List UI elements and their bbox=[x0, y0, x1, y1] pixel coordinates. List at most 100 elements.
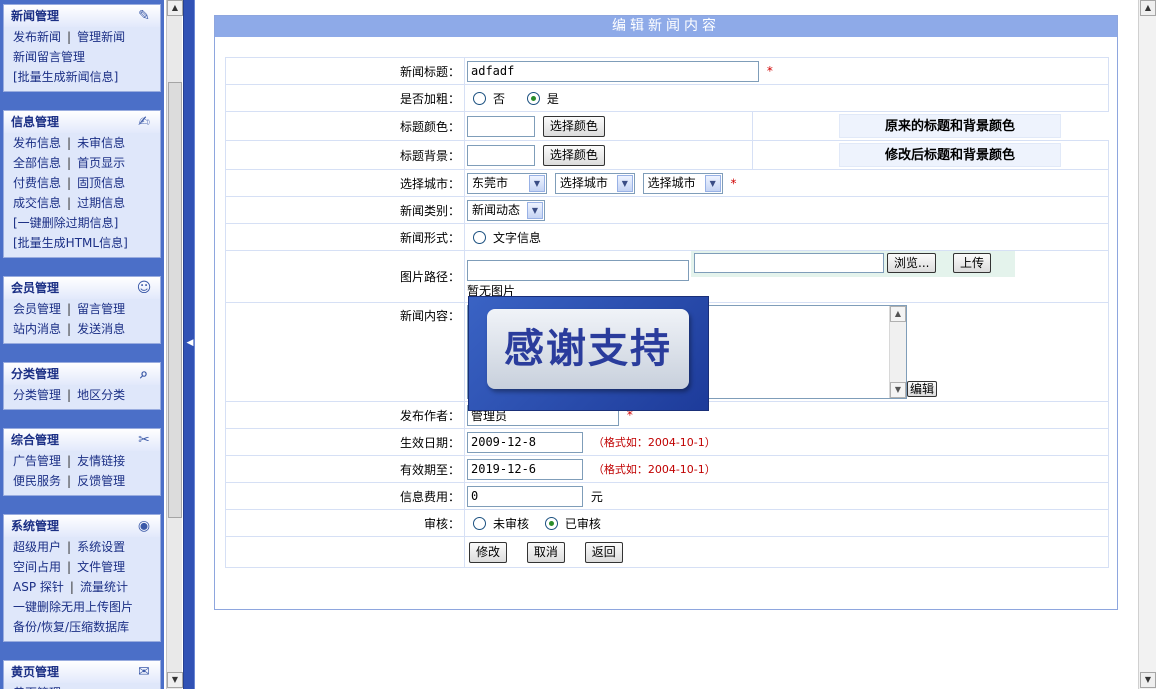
menu-link[interactable]: 未审信息 bbox=[77, 136, 125, 150]
sidebar-splitter[interactable]: ◀ bbox=[183, 0, 195, 689]
original-color-preview: 原来的标题和背景颜色 bbox=[839, 114, 1061, 138]
menu-link[interactable]: 备份/恢复/压缩数据库 bbox=[13, 620, 129, 634]
modify-button[interactable]: 修改 bbox=[469, 541, 508, 563]
menu-section-title[interactable]: 会员管理 ☺ bbox=[4, 277, 160, 299]
menu-link[interactable]: 成交信息 bbox=[13, 196, 61, 210]
menu-link[interactable]: 站内消息 bbox=[13, 322, 61, 336]
menu-row: [批量生成新闻信息] bbox=[13, 67, 160, 87]
menu-link[interactable]: 广告管理 bbox=[13, 454, 61, 468]
textarea-scrollbar[interactable]: ▲ ▼ bbox=[889, 306, 906, 398]
menu-separator: | bbox=[67, 474, 72, 488]
menu-link[interactable]: 付费信息 bbox=[13, 176, 61, 190]
menu-section-title-text: 信息管理 bbox=[11, 115, 60, 129]
menu-row: [批量生成HTML信息] bbox=[13, 233, 160, 253]
menu-link[interactable]: 新闻留言管理 bbox=[13, 50, 85, 64]
city-select-1[interactable]: 东莞市 ▼ bbox=[467, 172, 547, 194]
menu-link[interactable]: 文件管理 bbox=[77, 560, 125, 574]
stamp-plate: 感谢支持 bbox=[487, 309, 689, 389]
menu-link[interactable]: [批量生成HTML信息] bbox=[13, 236, 128, 250]
menu-link[interactable]: 留言管理 bbox=[77, 302, 125, 316]
menu-link[interactable]: 全部信息 bbox=[13, 156, 61, 170]
menu-link[interactable]: 发送消息 bbox=[77, 322, 125, 336]
bold-yes-radio[interactable] bbox=[526, 91, 540, 105]
city-select-3[interactable]: 选择城市 ▼ bbox=[642, 172, 723, 194]
image-path-label: 图片路径： bbox=[225, 250, 465, 303]
menu-row: 发布信息 | 未审信息 bbox=[13, 133, 160, 153]
image-path-input[interactable] bbox=[467, 260, 689, 281]
menu-separator: | bbox=[67, 540, 72, 554]
menu-link[interactable]: 空间占用 bbox=[13, 560, 61, 574]
menu-link[interactable]: 友情链接 bbox=[77, 454, 125, 468]
scroll-up-icon[interactable]: ▲ bbox=[167, 0, 183, 16]
scroll-thumb[interactable] bbox=[168, 82, 182, 518]
menu-link[interactable]: 超级用户 bbox=[13, 540, 61, 554]
sidebar-scrollbar[interactable]: ▲ ▼ bbox=[166, 0, 183, 689]
scroll-up-icon[interactable]: ▲ bbox=[890, 306, 906, 322]
menu-link[interactable]: 一键删除无用上传图片 bbox=[13, 600, 133, 614]
review-pending-radio[interactable] bbox=[473, 516, 486, 530]
city-label: 选择城市： bbox=[225, 169, 465, 197]
menu-section-title[interactable]: 新闻管理 ✎ bbox=[4, 5, 160, 27]
scroll-down-icon[interactable]: ▼ bbox=[1140, 672, 1156, 688]
menu-link[interactable]: 系统设置 bbox=[77, 540, 125, 554]
scroll-down-icon[interactable]: ▼ bbox=[167, 672, 183, 688]
menu-link[interactable]: 分类管理 bbox=[13, 388, 61, 402]
menu-link[interactable]: 会员管理 bbox=[13, 302, 61, 316]
menu-link[interactable]: [一键删除过期信息] bbox=[13, 216, 118, 230]
main-scrollbar[interactable]: ▲ ▼ bbox=[1138, 0, 1156, 689]
end-date-label: 有效期至： bbox=[225, 455, 465, 483]
menu-link[interactable]: 流量统计 bbox=[80, 580, 128, 594]
menu-link[interactable]: 反馈管理 bbox=[77, 474, 125, 488]
upload-button[interactable]: 上传 bbox=[953, 253, 992, 273]
menu-link[interactable]: 发布信息 bbox=[13, 136, 61, 150]
format-text-label: 文字信息 bbox=[493, 230, 542, 245]
back-button[interactable]: 返回 bbox=[584, 541, 623, 563]
menu-separator: | bbox=[67, 560, 72, 574]
city-select-2[interactable]: 选择城市 ▼ bbox=[554, 172, 635, 194]
menu-section-title[interactable]: 系统管理 ◉ bbox=[4, 515, 160, 537]
news-title-input[interactable] bbox=[467, 60, 759, 82]
menu-row: 成交信息 | 过期信息 bbox=[13, 193, 160, 213]
browse-button[interactable]: 浏览... bbox=[887, 253, 937, 273]
cancel-button[interactable]: 取消 bbox=[526, 541, 565, 563]
choose-bg-color-button[interactable]: 选择颜色 bbox=[542, 145, 605, 166]
title-color-input[interactable] bbox=[467, 116, 535, 137]
menu-section: 系统管理 ◉ 超级用户 | 系统设置 空间占用 | 文件管理 ASP 探针 | 流量统计 一键删除无用… bbox=[3, 514, 161, 642]
panel-title: 编辑新闻内容 bbox=[215, 16, 1117, 37]
menu-link[interactable]: [批量生成新闻信息] bbox=[13, 70, 118, 84]
menu-section-body: 广告管理 | 友情链接 便民服务 | 反馈管理 bbox=[4, 451, 160, 495]
menu-link[interactable]: 便民服务 bbox=[13, 474, 61, 488]
menu-section-title-text: 黄页管理 bbox=[11, 665, 60, 679]
bold-no-radio[interactable] bbox=[473, 91, 486, 105]
end-date-input[interactable] bbox=[467, 458, 583, 480]
modified-color-preview: 修改后标题和背景颜色 bbox=[839, 143, 1061, 167]
menu-link[interactable]: 固顶信息 bbox=[77, 176, 125, 190]
required-mark: * bbox=[766, 64, 773, 78]
format-text-radio[interactable] bbox=[473, 230, 486, 244]
edit-content-button[interactable]: 编辑 bbox=[907, 381, 938, 397]
menu-link[interactable]: ASP 探针 bbox=[13, 580, 64, 594]
content-label: 新闻内容： bbox=[225, 302, 465, 402]
choose-title-color-button[interactable]: 选择颜色 bbox=[542, 116, 605, 137]
collapse-arrow-icon[interactable]: ◀ bbox=[186, 336, 194, 350]
end-date-hint: （格式如：2004-10-1） bbox=[592, 463, 716, 476]
review-approved-radio[interactable] bbox=[544, 516, 558, 530]
menu-section-title[interactable]: 黄页管理 ✉ bbox=[4, 661, 160, 683]
fee-input[interactable] bbox=[467, 485, 583, 507]
menu-section-title[interactable]: 信息管理 ✍ bbox=[4, 111, 160, 133]
menu-section-title[interactable]: 综合管理 ✂ bbox=[4, 429, 160, 451]
menu-link[interactable]: 首页显示 bbox=[77, 156, 125, 170]
bold-no-label: 否 bbox=[493, 91, 506, 106]
menu-link[interactable]: 发布新闻 bbox=[13, 30, 61, 44]
scroll-up-icon[interactable]: ▲ bbox=[1140, 0, 1156, 16]
menu-link[interactable]: 地区分类 bbox=[77, 388, 125, 402]
menu-link[interactable]: 过期信息 bbox=[77, 196, 125, 210]
menu-separator: | bbox=[67, 136, 72, 150]
scroll-down-icon[interactable]: ▼ bbox=[890, 382, 906, 398]
menu-link[interactable]: 管理新闻 bbox=[77, 30, 125, 44]
category-select[interactable]: 新闻动态 ▼ bbox=[467, 199, 545, 221]
start-date-input[interactable] bbox=[467, 431, 583, 453]
title-bg-input[interactable] bbox=[467, 145, 535, 166]
menu-section-title[interactable]: 分类管理 ⌕ bbox=[4, 363, 160, 385]
file-input[interactable] bbox=[694, 253, 884, 273]
